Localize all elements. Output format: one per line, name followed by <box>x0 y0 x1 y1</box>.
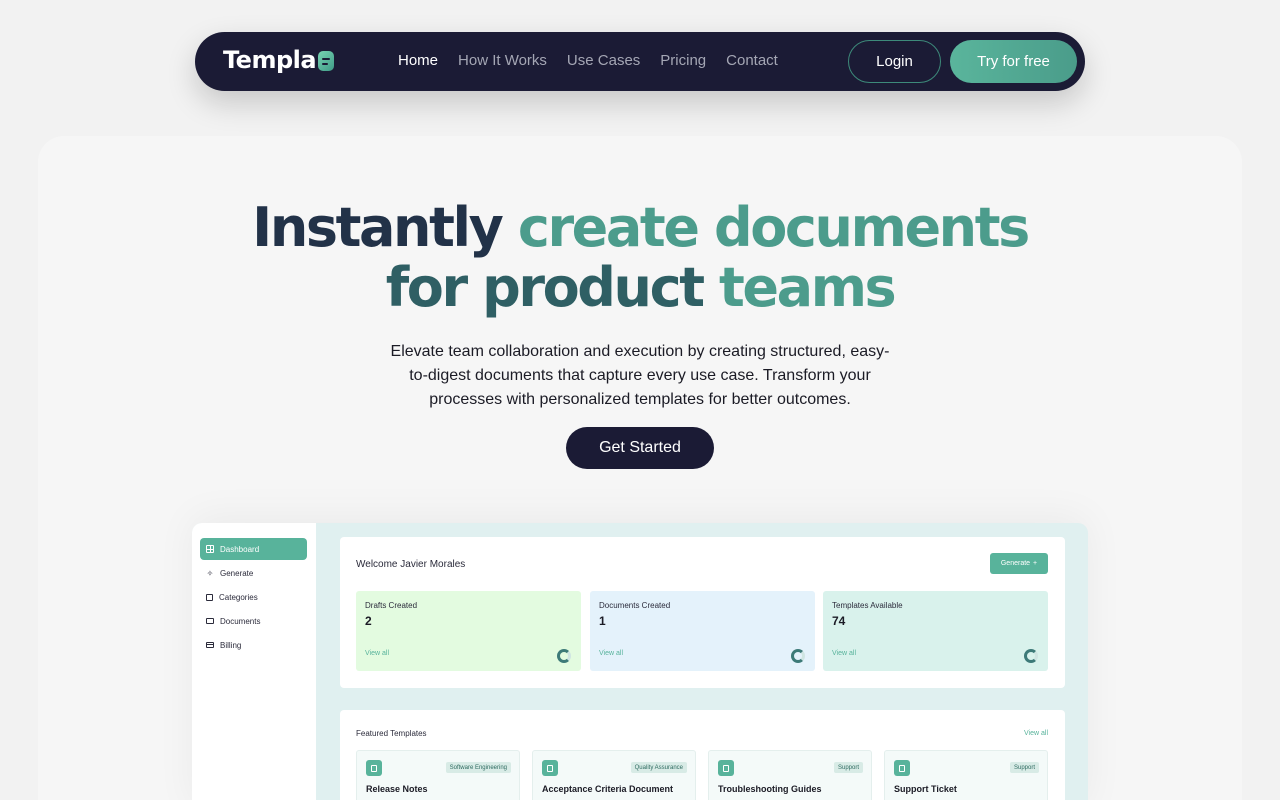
sparkle-icon: ✧ <box>206 568 214 578</box>
nav-link-contact[interactable]: Contact <box>726 52 778 69</box>
featured-templates-title: Featured Templates <box>356 729 427 738</box>
sidebar-item-documents[interactable]: Documents <box>200 610 307 632</box>
progress-ring-icon <box>557 649 571 663</box>
sidebar-item-label: Categories <box>219 592 258 602</box>
categories-icon <box>206 593 213 601</box>
template-card[interactable]: Software Engineering Release Notes <box>356 750 520 800</box>
sidebar-item-generate[interactable]: ✧ Generate <box>200 562 307 584</box>
nav-links: Home How It Works Use Cases Pricing Cont… <box>398 52 778 69</box>
generate-button-label: Generate <box>1000 560 1031 567</box>
template-title: Support Ticket <box>894 784 957 794</box>
stat-value: 2 <box>365 614 372 628</box>
copy-document-icon <box>366 760 382 776</box>
category-badge: Quality Assurance <box>630 762 687 773</box>
hero-title-highlight: teams <box>719 256 897 319</box>
stat-card-documents: Documents Created 1 View all <box>590 591 815 671</box>
logo-document-icon <box>318 51 335 71</box>
hero-title-part: Instantly <box>252 196 518 259</box>
sidebar-item-billing[interactable]: Billing <box>200 634 307 656</box>
stat-view-all-link[interactable]: View all <box>365 650 389 657</box>
template-title: Acceptance Criteria Document <box>542 784 674 794</box>
category-badge: Software Engineering <box>445 762 511 773</box>
welcome-panel: Welcome Javier Morales Generate + Drafts… <box>340 537 1065 688</box>
template-card[interactable]: Support Support Ticket <box>884 750 1048 800</box>
sidebar-item-label: Billing <box>220 640 242 650</box>
top-navbar: Templa Home How It Works Use Cases Prici… <box>195 32 1085 91</box>
logo[interactable]: Templa <box>223 46 335 74</box>
sidebar-item-categories[interactable]: Categories <box>200 586 307 608</box>
copy-document-icon <box>542 760 558 776</box>
welcome-text: Welcome Javier Morales <box>356 559 466 570</box>
stat-value: 74 <box>832 614 846 628</box>
try-for-free-button[interactable]: Try for free <box>950 40 1077 83</box>
copy-document-icon <box>718 760 734 776</box>
nav-link-use-cases[interactable]: Use Cases <box>567 52 640 69</box>
featured-templates-panel: Featured Templates View all Software Eng… <box>340 710 1065 800</box>
credit-card-icon <box>206 642 214 648</box>
nav-link-home[interactable]: Home <box>398 52 438 69</box>
hero-title: Instantly create documents for product t… <box>38 198 1242 318</box>
stat-label: Drafts Created <box>365 601 418 610</box>
category-badge: Support <box>1009 762 1039 773</box>
get-started-button[interactable]: Get Started <box>566 427 714 469</box>
template-card[interactable]: Quality Assurance Acceptance Criteria Do… <box>532 750 696 800</box>
sidebar-item-dashboard[interactable]: Dashboard <box>200 538 307 560</box>
stat-value: 1 <box>599 614 606 628</box>
stat-card-drafts: Drafts Created 2 View all <box>356 591 581 671</box>
stat-label: Documents Created <box>599 601 671 610</box>
sidebar-item-label: Generate <box>220 568 254 578</box>
stat-card-templates: Templates Available 74 View all <box>823 591 1048 671</box>
plus-icon: + <box>1033 560 1038 567</box>
generate-button[interactable]: Generate + <box>990 553 1048 574</box>
sidebar-item-label: Documents <box>220 616 261 626</box>
template-title: Release Notes <box>366 784 428 794</box>
progress-ring-icon <box>1024 649 1038 663</box>
hero-title-highlight: create documents <box>517 196 1030 259</box>
category-badge: Support <box>833 762 863 773</box>
nav-link-pricing[interactable]: Pricing <box>660 52 706 69</box>
dashboard-sidebar: Dashboard ✧ Generate Categories Document… <box>192 523 316 800</box>
hero-subtitle: Elevate team collaboration and execution… <box>390 343 890 408</box>
copy-document-icon <box>894 760 910 776</box>
folder-icon <box>206 618 214 624</box>
nav-link-how-it-works[interactable]: How It Works <box>458 52 547 69</box>
login-button[interactable]: Login <box>848 40 941 83</box>
template-title: Troubleshooting Guides <box>718 784 822 794</box>
hero-title-part: for product <box>385 256 720 319</box>
dashboard-preview: Dashboard ✧ Generate Categories Document… <box>192 523 1088 800</box>
template-card[interactable]: Support Troubleshooting Guides <box>708 750 872 800</box>
stat-label: Templates Available <box>832 601 903 610</box>
stat-view-all-link[interactable]: View all <box>832 650 856 657</box>
progress-ring-icon <box>791 649 805 663</box>
stat-view-all-link[interactable]: View all <box>599 650 623 657</box>
featured-view-all-link[interactable]: View all <box>1024 730 1048 737</box>
logo-text: Templa <box>223 46 317 74</box>
sidebar-item-label: Dashboard <box>220 544 260 554</box>
grid-icon <box>206 545 214 553</box>
